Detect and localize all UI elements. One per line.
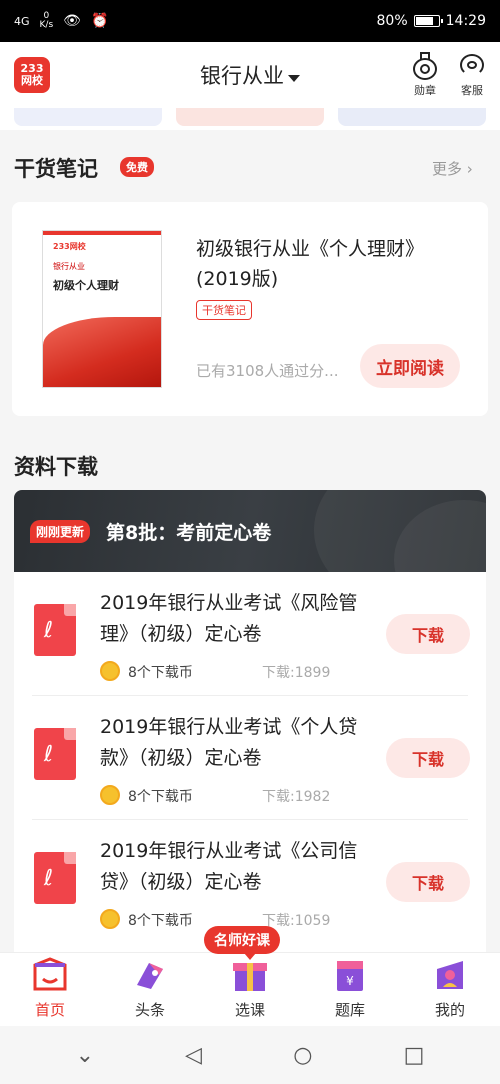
battery-icon — [413, 15, 443, 27]
customer-service-button[interactable]: 客服 — [458, 52, 486, 98]
coin-cost: 8个下载币 — [128, 913, 193, 929]
system-nav-bar: ⌄ ◁ ○ □ — [0, 1026, 500, 1084]
svg-text:¥: ¥ — [346, 974, 354, 988]
note-card[interactable]: 233网校 银行从业 初级个人理财 初级银行从业《个人理财》(2019版) 干货… — [12, 202, 488, 416]
file-title: 2019年银行从业考试《风险管理》（初级）定心卷 — [100, 592, 358, 645]
read-now-button[interactable]: 立即阅读 — [360, 344, 460, 388]
nav-course[interactable]: 选课 — [200, 953, 300, 1026]
signal-indicator: 4G — [14, 14, 30, 28]
question-bank-icon: ¥ — [329, 955, 371, 995]
banner-carousel-edge[interactable] — [0, 108, 500, 130]
net-speed-unit: K/s — [39, 20, 54, 30]
download-list: ℓ 2019年银行从业考试《风险管理》（初级）定心卷 8个下载币 下载:1899… — [14, 572, 486, 952]
file-title: 2019年银行从业考试《个人贷款》（初级）定心卷 — [100, 716, 358, 769]
nav-home[interactable]: 首页 — [0, 953, 100, 1026]
page-title: 银行从业 — [200, 64, 284, 88]
medal-icon — [412, 52, 438, 80]
nav-question-bank[interactable]: ¥ 题库 — [300, 953, 400, 1026]
home-icon — [29, 955, 71, 995]
caret-down-icon — [288, 75, 300, 82]
banner-card[interactable] — [176, 108, 324, 126]
nav-profile-label: 我的 — [434, 1001, 465, 1019]
download-count: 下载:1982 — [262, 789, 331, 805]
battery-fill — [415, 17, 433, 25]
nav-home-label: 首页 — [34, 1001, 65, 1019]
note-title: 初级银行从业《个人理财》(2019版) — [196, 238, 425, 290]
battery-percent: 80% — [376, 13, 408, 29]
nav-headline-label: 头条 — [134, 1001, 165, 1019]
nav-question-bank-label: 题库 — [334, 1001, 365, 1019]
status-bar: 4G 0 K/s 👁 ⏰ 80% 14:29 — [0, 0, 500, 42]
download-section-title: 资料下载 — [14, 455, 98, 479]
list-item[interactable]: ℓ 2019年银行从业考试《个人贷款》（初级）定心卷 8个下载币 下载:1982… — [14, 696, 486, 820]
headset-icon — [458, 52, 486, 80]
home-circle-icon[interactable]: ○ — [293, 1043, 312, 1068]
course-icon — [229, 955, 271, 995]
note-tag: 干货笔记 — [196, 300, 252, 320]
bottom-nav: 首页 头条 选课 ¥ 题库 我的 — [0, 952, 500, 1026]
nav-profile[interactable]: 我的 — [400, 953, 500, 1026]
more-label: 更多 — [432, 160, 463, 178]
list-item[interactable]: ℓ 2019年银行从业考试《风险管理》（初级）定心卷 8个下载币 下载:1899… — [14, 572, 486, 696]
chevron-right-icon: › — [466, 160, 473, 178]
medal-label: 勋章 — [414, 84, 436, 97]
logo-line2: 网校 — [21, 74, 43, 87]
coin-icon — [100, 909, 120, 929]
batch-title: 第8批：考前定心卷 — [106, 522, 272, 544]
exam-selector[interactable]: 银行从业 — [150, 60, 350, 90]
medal-button[interactable]: 勋章 — [412, 52, 438, 98]
more-link[interactable]: 更多 › — [432, 158, 473, 179]
coin-cost: 8个下载币 — [128, 665, 193, 681]
chevron-down-icon[interactable]: ⌄ — [76, 1043, 94, 1068]
app-header: 233 网校 银行从业 勋章 客服 — [0, 42, 500, 108]
profile-icon — [429, 955, 471, 995]
file-title: 2019年银行从业考试《公司信贷》（初级）定心卷 — [100, 840, 358, 893]
eye-icon: 👁 — [63, 13, 81, 29]
nav-headline[interactable]: 头条 — [100, 953, 200, 1026]
alarm-icon: ⏰ — [90, 13, 109, 29]
pdf-icon: ℓ — [34, 604, 76, 656]
cover-logo: 233网校 — [53, 242, 86, 251]
recents-icon[interactable]: □ — [404, 1043, 425, 1068]
headline-icon — [129, 955, 171, 995]
pdf-icon: ℓ — [34, 728, 76, 780]
coin-cost: 8个下载币 — [128, 789, 193, 805]
banner-card[interactable] — [14, 108, 162, 126]
coin-icon — [100, 661, 120, 681]
famous-teacher-badge[interactable]: 名师好课 — [204, 926, 280, 960]
passed-count: 已有3108人通过分... — [196, 362, 339, 380]
note-cover-image: 233网校 银行从业 初级个人理财 — [42, 230, 162, 388]
network-speed: 0 K/s — [40, 12, 54, 30]
cover-title: 初级个人理财 — [53, 279, 119, 292]
download-button[interactable]: 下载 — [386, 738, 470, 778]
notes-section-title: 干货笔记 — [14, 157, 98, 181]
coin-icon — [100, 785, 120, 805]
download-button[interactable]: 下载 — [386, 614, 470, 654]
download-count: 下载:1899 — [262, 665, 331, 681]
pdf-icon: ℓ — [34, 852, 76, 904]
free-badge: 免费 — [120, 157, 154, 177]
clock: 14:29 — [445, 13, 486, 29]
nav-course-label: 选课 — [234, 1001, 265, 1019]
banner-card[interactable] — [338, 108, 486, 126]
cover-subtitle: 银行从业 — [53, 262, 85, 271]
updated-badge: 刚刚更新 — [30, 520, 91, 543]
service-label: 客服 — [461, 84, 483, 97]
download-button[interactable]: 下载 — [386, 862, 470, 902]
download-banner[interactable]: 刚刚更新 第8批：考前定心卷 — [14, 490, 486, 572]
back-icon[interactable]: ◁ — [185, 1043, 202, 1068]
app-logo[interactable]: 233 网校 — [14, 57, 50, 93]
